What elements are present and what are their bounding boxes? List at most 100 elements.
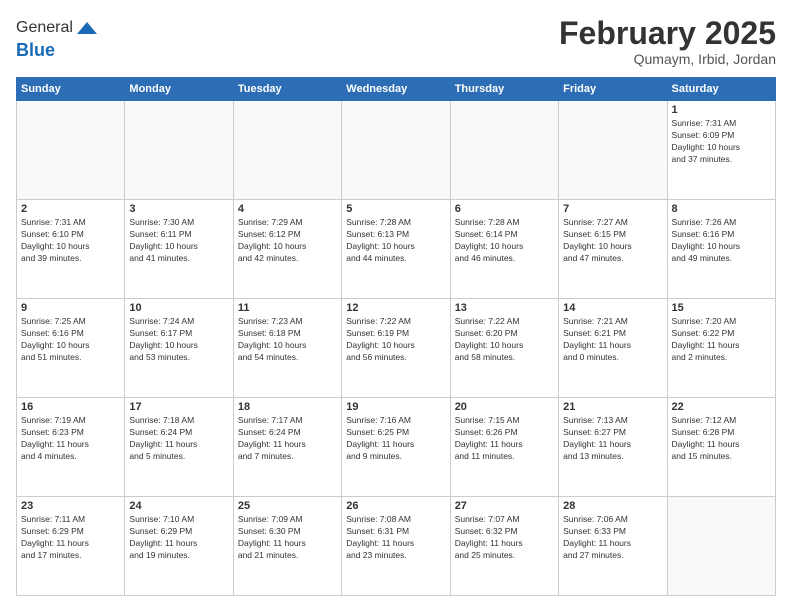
day-number: 21 [563, 401, 662, 413]
header-thursday: Thursday [450, 78, 558, 101]
day-number: 16 [21, 401, 120, 413]
logo-blue-text: Blue [16, 40, 99, 61]
day-info: Sunrise: 7:19 AM Sunset: 6:23 PM Dayligh… [21, 415, 120, 463]
calendar-table: Sunday Monday Tuesday Wednesday Thursday… [16, 77, 776, 596]
day-info: Sunrise: 7:18 AM Sunset: 6:24 PM Dayligh… [129, 415, 228, 463]
table-cell: 14Sunrise: 7:21 AM Sunset: 6:21 PM Dayli… [559, 299, 667, 398]
day-number: 26 [346, 500, 445, 512]
day-number: 6 [455, 203, 554, 215]
table-cell: 26Sunrise: 7:08 AM Sunset: 6:31 PM Dayli… [342, 497, 450, 596]
table-cell [233, 101, 341, 200]
table-cell [667, 497, 775, 596]
day-info: Sunrise: 7:31 AM Sunset: 6:10 PM Dayligh… [21, 217, 120, 265]
day-info: Sunrise: 7:30 AM Sunset: 6:11 PM Dayligh… [129, 217, 228, 265]
table-cell: 25 Sunrise: 7:09 AM Sunset: 6:30 PM Dayli… [233, 497, 341, 596]
week-row-3: 16 Sunrise: 7:19 AM Sunset: 6:23 PM Dayli… [17, 398, 776, 497]
day-info: Sunrise: 7:31 AM Sunset: 6:09 PM Dayligh… [672, 118, 771, 166]
day-number: 5 [346, 203, 445, 215]
table-cell: 28Sunrise: 7:06 AM Sunset: 6:33 PM Dayli… [559, 497, 667, 596]
table-cell: 17 Sunrise: 7:18 AM Sunset: 6:24 PM Dayli… [125, 398, 233, 497]
week-row-2: 9 Sunrise: 7:25 AM Sunset: 6:16 PM Daylig… [17, 299, 776, 398]
table-cell: 5 Sunrise: 7:28 AM Sunset: 6:13 PM Daylig… [342, 200, 450, 299]
header-monday: Monday [125, 78, 233, 101]
table-cell: 7 Sunrise: 7:27 AM Sunset: 6:15 PM Daylig… [559, 200, 667, 299]
day-number: 8 [672, 203, 771, 215]
day-number: 7 [563, 203, 662, 215]
day-number: 18 [238, 401, 337, 413]
table-cell: 19 Sunrise: 7:16 AM Sunset: 6:25 PM Dayli… [342, 398, 450, 497]
day-number: 13 [455, 302, 554, 314]
table-cell: 22 Sunrise: 7:12 AM Sunset: 6:28 PM Dayli… [667, 398, 775, 497]
day-number: 23 [21, 500, 120, 512]
table-cell: 9 Sunrise: 7:25 AM Sunset: 6:16 PM Daylig… [17, 299, 125, 398]
day-number: 4 [238, 203, 337, 215]
table-cell: 3 Sunrise: 7:30 AM Sunset: 6:11 PM Daylig… [125, 200, 233, 299]
table-cell: 27Sunrise: 7:07 AM Sunset: 6:32 PM Dayli… [450, 497, 558, 596]
table-cell: 2 Sunrise: 7:31 AM Sunset: 6:10 PM Daylig… [17, 200, 125, 299]
day-number: 22 [672, 401, 771, 413]
table-cell: 1 Sunrise: 7:31 AM Sunset: 6:09 PM Daylig… [667, 101, 775, 200]
day-info: Sunrise: 7:23 AM Sunset: 6:18 PM Dayligh… [238, 316, 337, 364]
day-info: Sunrise: 7:09 AM Sunset: 6:30 PM Dayligh… [238, 514, 337, 562]
table-cell: 4 Sunrise: 7:29 AM Sunset: 6:12 PM Daylig… [233, 200, 341, 299]
header: General Blue February 2025 Qumaym, Irbid… [16, 16, 776, 67]
table-cell: 8 Sunrise: 7:26 AM Sunset: 6:16 PM Daylig… [667, 200, 775, 299]
week-row-1: 2 Sunrise: 7:31 AM Sunset: 6:10 PM Daylig… [17, 200, 776, 299]
day-info: Sunrise: 7:11 AM Sunset: 6:29 PM Dayligh… [21, 514, 120, 562]
day-info: Sunrise: 7:16 AM Sunset: 6:25 PM Dayligh… [346, 415, 445, 463]
day-info: Sunrise: 7:27 AM Sunset: 6:15 PM Dayligh… [563, 217, 662, 265]
day-info: Sunrise: 7:17 AM Sunset: 6:24 PM Dayligh… [238, 415, 337, 463]
weekday-header-row: Sunday Monday Tuesday Wednesday Thursday… [17, 78, 776, 101]
day-number: 17 [129, 401, 228, 413]
table-cell [17, 101, 125, 200]
table-cell [342, 101, 450, 200]
table-cell [450, 101, 558, 200]
day-info: Sunrise: 7:28 AM Sunset: 6:14 PM Dayligh… [455, 217, 554, 265]
day-info: Sunrise: 7:21 AM Sunset: 6:21 PM Dayligh… [563, 316, 662, 364]
header-wednesday: Wednesday [342, 78, 450, 101]
day-number: 12 [346, 302, 445, 314]
table-cell [125, 101, 233, 200]
day-info: Sunrise: 7:06 AM Sunset: 6:33 PM Dayligh… [563, 514, 662, 562]
day-number: 19 [346, 401, 445, 413]
header-friday: Friday [559, 78, 667, 101]
table-cell: 20 Sunrise: 7:15 AM Sunset: 6:26 PM Dayli… [450, 398, 558, 497]
table-cell: 10Sunrise: 7:24 AM Sunset: 6:17 PM Dayli… [125, 299, 233, 398]
day-info: Sunrise: 7:13 AM Sunset: 6:27 PM Dayligh… [563, 415, 662, 463]
day-info: Sunrise: 7:22 AM Sunset: 6:19 PM Dayligh… [346, 316, 445, 364]
day-info: Sunrise: 7:25 AM Sunset: 6:16 PM Dayligh… [21, 316, 120, 364]
day-info: Sunrise: 7:15 AM Sunset: 6:26 PM Dayligh… [455, 415, 554, 463]
logo-icon [75, 16, 99, 40]
header-tuesday: Tuesday [233, 78, 341, 101]
table-cell: 24Sunrise: 7:10 AM Sunset: 6:29 PM Dayli… [125, 497, 233, 596]
week-row-0: 1 Sunrise: 7:31 AM Sunset: 6:09 PM Daylig… [17, 101, 776, 200]
table-cell: 6 Sunrise: 7:28 AM Sunset: 6:14 PM Daylig… [450, 200, 558, 299]
day-info: Sunrise: 7:12 AM Sunset: 6:28 PM Dayligh… [672, 415, 771, 463]
day-number: 1 [672, 104, 771, 116]
title-block: February 2025 Qumaym, Irbid, Jordan [559, 16, 776, 67]
day-info: Sunrise: 7:26 AM Sunset: 6:16 PM Dayligh… [672, 217, 771, 265]
logo-general-text: General [16, 19, 73, 37]
logo: General Blue [16, 16, 99, 61]
day-number: 11 [238, 302, 337, 314]
day-number: 25 [238, 500, 337, 512]
header-sunday: Sunday [17, 78, 125, 101]
day-number: 20 [455, 401, 554, 413]
day-info: Sunrise: 7:10 AM Sunset: 6:29 PM Dayligh… [129, 514, 228, 562]
table-cell: 18 Sunrise: 7:17 AM Sunset: 6:24 PM Dayli… [233, 398, 341, 497]
table-cell: 13 Sunrise: 7:22 AM Sunset: 6:20 PM Dayli… [450, 299, 558, 398]
day-info: Sunrise: 7:20 AM Sunset: 6:22 PM Dayligh… [672, 316, 771, 364]
header-saturday: Saturday [667, 78, 775, 101]
day-number: 3 [129, 203, 228, 215]
day-number: 9 [21, 302, 120, 314]
day-number: 2 [21, 203, 120, 215]
table-cell: 21 Sunrise: 7:13 AM Sunset: 6:27 PM Dayli… [559, 398, 667, 497]
day-info: Sunrise: 7:24 AM Sunset: 6:17 PM Dayligh… [129, 316, 228, 364]
month-title: February 2025 [559, 16, 776, 51]
table-cell: 15Sunrise: 7:20 AM Sunset: 6:22 PM Dayli… [667, 299, 775, 398]
day-info: Sunrise: 7:29 AM Sunset: 6:12 PM Dayligh… [238, 217, 337, 265]
page: General Blue February 2025 Qumaym, Irbid… [0, 0, 792, 612]
location-title: Qumaym, Irbid, Jordan [559, 51, 776, 67]
day-info: Sunrise: 7:28 AM Sunset: 6:13 PM Dayligh… [346, 217, 445, 265]
day-info: Sunrise: 7:22 AM Sunset: 6:20 PM Dayligh… [455, 316, 554, 364]
